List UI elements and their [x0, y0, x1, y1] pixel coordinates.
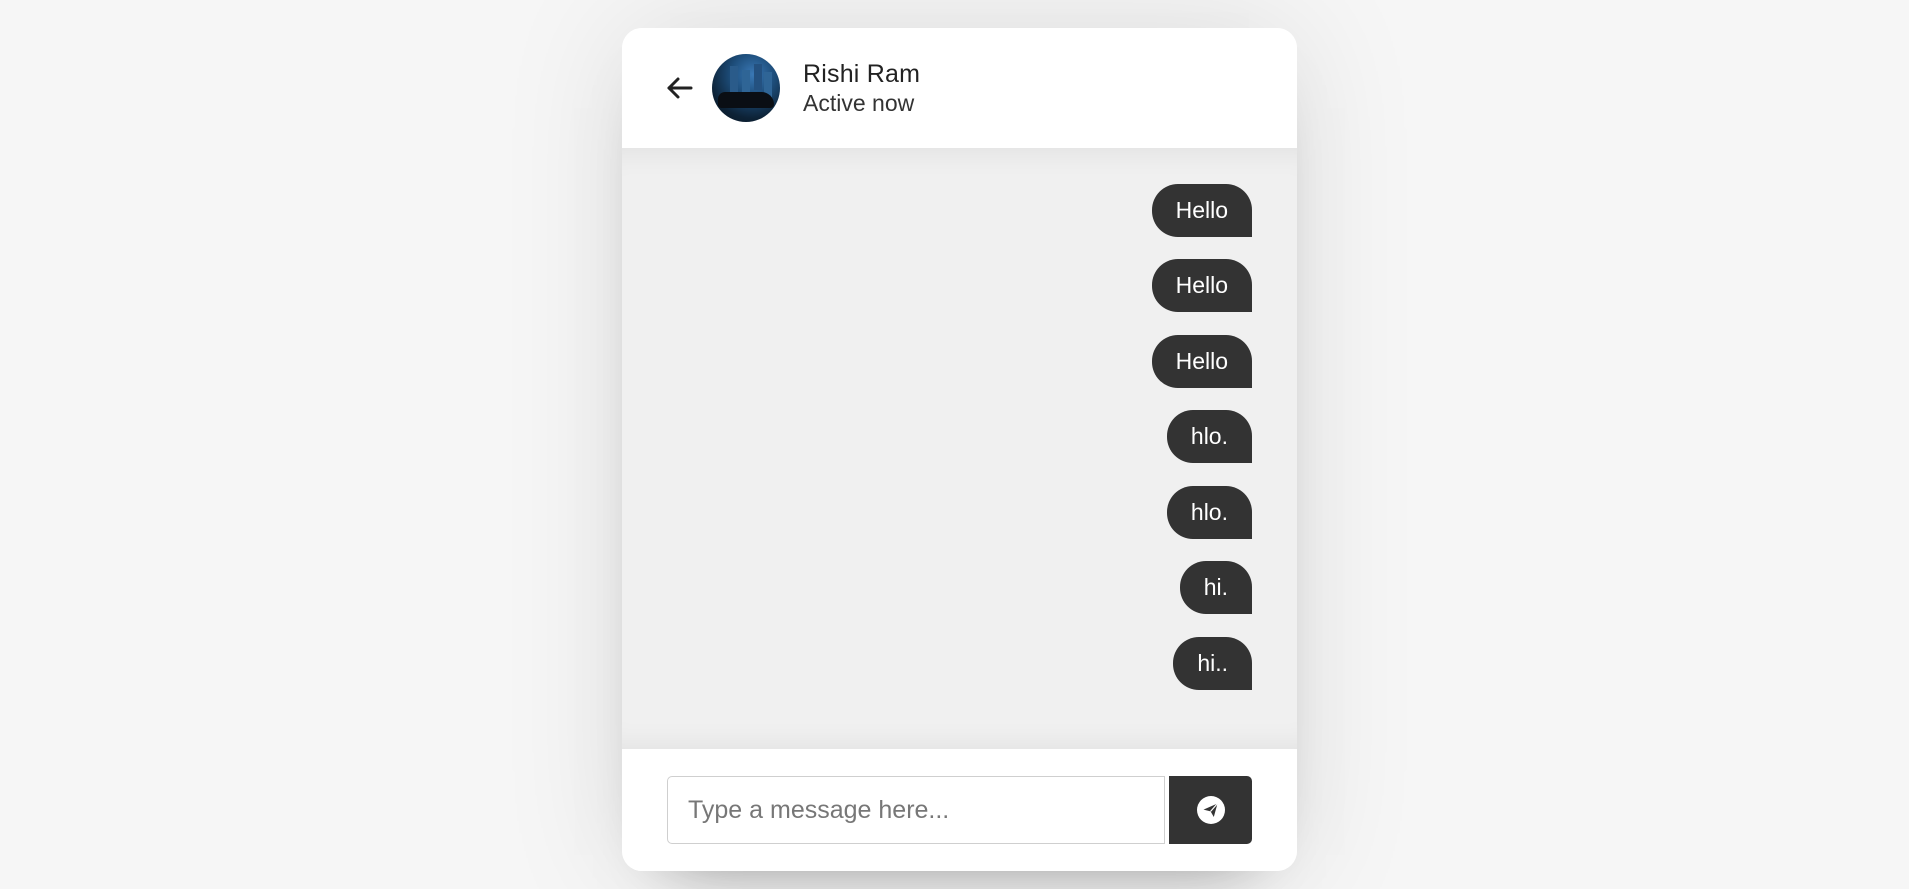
- message-input[interactable]: [667, 776, 1165, 844]
- paper-plane-icon: [1196, 796, 1225, 824]
- page: Rishi Ram Active now Hello Hello Hello h…: [0, 0, 1909, 889]
- send-button[interactable]: [1169, 776, 1252, 844]
- chat-window: Rishi Ram Active now Hello Hello Hello h…: [622, 28, 1297, 871]
- outgoing-message: Hello: [1151, 259, 1252, 312]
- outgoing-message: Hello: [1151, 335, 1252, 388]
- outgoing-message: hlo.: [1166, 486, 1252, 539]
- user-status: Active now: [803, 89, 915, 116]
- typing-area: [622, 749, 1297, 871]
- user-details: Rishi Ram Active now: [803, 59, 920, 118]
- outgoing-message: hi.: [1179, 561, 1252, 614]
- outgoing-message: hi..: [1173, 637, 1252, 690]
- outgoing-message: Hello: [1151, 184, 1252, 237]
- arrow-left-icon: [667, 77, 693, 99]
- outgoing-message: hlo.: [1166, 410, 1252, 463]
- back-button[interactable]: [662, 70, 698, 106]
- chat-header: Rishi Ram Active now: [622, 28, 1297, 149]
- user-name: Rishi Ram: [803, 59, 921, 88]
- chat-box: Hello Hello Hello hlo. hlo. hi. hi..: [622, 149, 1297, 749]
- avatar: [712, 54, 780, 122]
